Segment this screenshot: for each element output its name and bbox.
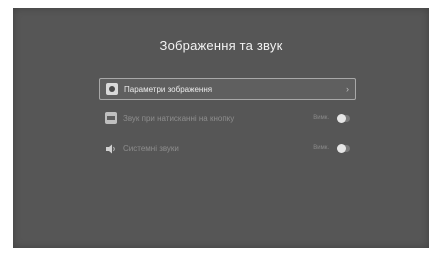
toggle-switch[interactable] bbox=[337, 143, 350, 153]
toggle-switch[interactable] bbox=[337, 113, 350, 123]
photo-frame: Зображення та звук Параметри зображення … bbox=[0, 0, 432, 254]
toggle-state-text: Вимк. bbox=[313, 145, 329, 151]
tv-screen: Зображення та звук Параметри зображення … bbox=[13, 8, 429, 248]
menu-item-button-sound[interactable]: Звук при натисканні на кнопку Вимк. bbox=[99, 107, 356, 129]
menu-item-label: Звук при натисканні на кнопку bbox=[123, 113, 235, 123]
menu-item-picture-settings[interactable]: Параметри зображення › bbox=[99, 78, 356, 100]
menu-item-label: Системні звуки bbox=[123, 143, 179, 153]
toggle-state-text: Вимк. bbox=[313, 115, 329, 121]
picture-settings-icon bbox=[106, 83, 118, 95]
speaker-icon bbox=[105, 142, 117, 154]
speaker-icon-graphic bbox=[106, 144, 115, 154]
chevron-right-icon: › bbox=[346, 84, 349, 94]
menu-item-system-sounds[interactable]: Системні звуки Вимк. bbox=[99, 137, 356, 159]
page-title: Зображення та звук bbox=[159, 38, 283, 53]
menu-item-label: Параметри зображення bbox=[124, 84, 213, 94]
hdmi-icon bbox=[105, 112, 117, 124]
